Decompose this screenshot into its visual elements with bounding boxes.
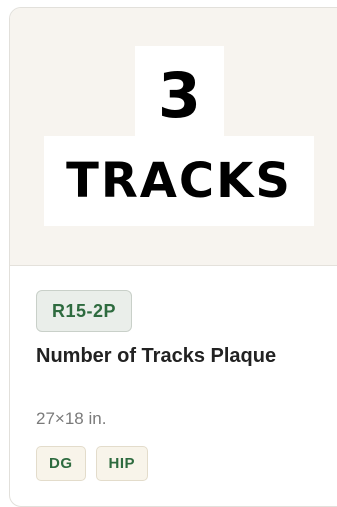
sign-title: Number of Tracks Plaque xyxy=(36,345,277,367)
sign-number-text: 3 xyxy=(135,46,224,146)
sign-image-area: 3 TRACKS xyxy=(10,8,337,266)
sign-card[interactable]: 3 TRACKS R15-2P Number of Tracks Plaque … xyxy=(9,7,337,507)
tag-dg: DG xyxy=(36,446,86,481)
tag-hip: HIP xyxy=(95,446,149,481)
sign-size: 27×18 in. xyxy=(36,409,107,428)
tag-list: DG HIP xyxy=(36,446,149,481)
sign-code-badge: R15-2P xyxy=(36,290,133,332)
sign-image: 3 TRACKS xyxy=(10,8,337,265)
sign-word-text: TRACKS xyxy=(44,136,314,226)
